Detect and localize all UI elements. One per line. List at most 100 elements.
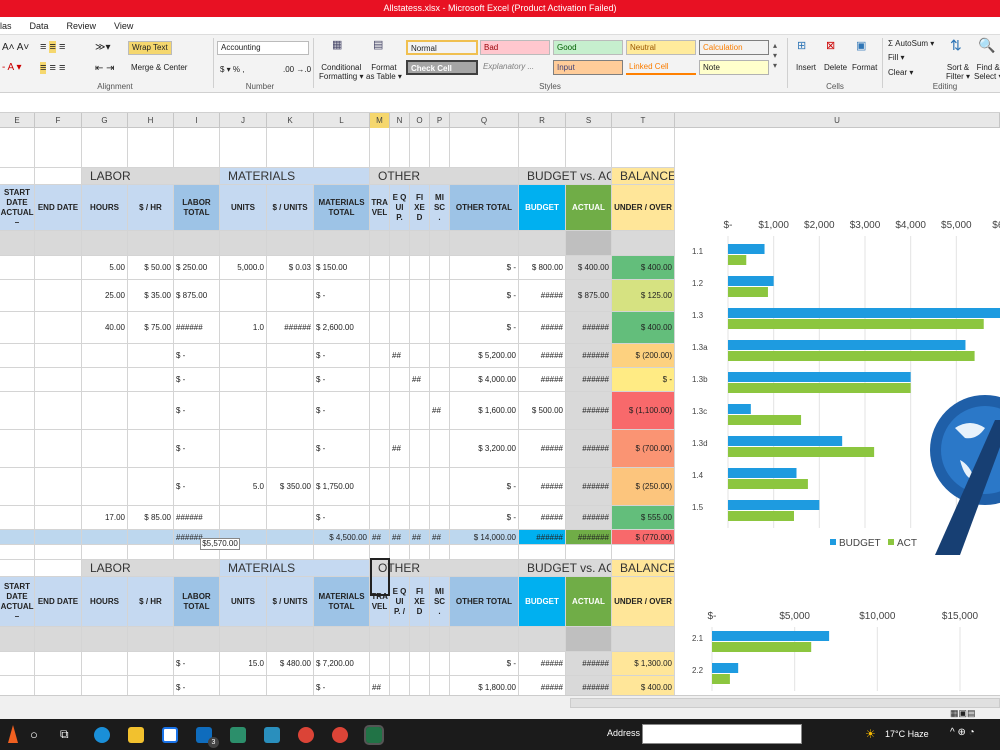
header-materials-total[interactable]: MATERIALS TOTAL	[314, 577, 370, 627]
cell[interactable]	[35, 168, 82, 185]
cell-units[interactable]	[220, 280, 267, 312]
cell-hours[interactable]: 5.00	[82, 256, 128, 280]
header-fixed[interactable]: FI XE D	[410, 185, 430, 231]
cell-hours[interactable]	[82, 430, 128, 468]
cell[interactable]	[35, 530, 82, 545]
header-budget[interactable]: BUDGET	[519, 185, 566, 231]
header-materials-total[interactable]: MATERIALS TOTAL	[314, 185, 370, 231]
cell[interactable]	[0, 468, 35, 506]
cell-per-unit[interactable]	[267, 280, 314, 312]
style-calculation[interactable]: Calculation	[699, 40, 769, 55]
cell-actual[interactable]: ######	[566, 430, 612, 468]
section-materials[interactable]: MATERIALS	[220, 168, 370, 185]
cell-units[interactable]: 15.0	[220, 652, 267, 676]
cell-units[interactable]	[220, 506, 267, 530]
group-row[interactable]	[0, 231, 675, 256]
decimal-buttons[interactable]: .00 →.0	[283, 65, 311, 74]
cell-other-total[interactable]: $ -	[450, 506, 519, 530]
cell[interactable]	[0, 430, 35, 468]
cell-actual[interactable]: ######	[566, 676, 612, 695]
table-row[interactable]: 40.00 $ 75.00 ###### 1.0 ###### $ 2,600.00 $ -…	[0, 312, 675, 344]
search-icon[interactable]: ○	[30, 727, 38, 742]
cell-hours[interactable]: 17.00	[82, 506, 128, 530]
cell-travel[interactable]	[370, 280, 390, 312]
cell[interactable]	[35, 280, 82, 312]
cell-equip[interactable]	[390, 312, 410, 344]
col-P[interactable]: P	[430, 113, 450, 128]
header-misc[interactable]: MI SC .	[430, 185, 450, 231]
cell[interactable]	[430, 231, 450, 256]
cell-materials-total[interactable]: $ -	[314, 506, 370, 530]
cell-balance[interactable]: $ 400.00	[612, 676, 675, 695]
cell[interactable]	[0, 128, 35, 168]
header-budget[interactable]: BUDGET	[519, 577, 566, 627]
chrome-icon-2[interactable]	[332, 727, 348, 743]
cell-rate[interactable]	[128, 368, 174, 392]
cell-misc[interactable]	[430, 506, 450, 530]
delete-cells-icon[interactable]: ⊠	[826, 39, 835, 52]
cell[interactable]	[35, 392, 82, 430]
cell-other-total[interactable]: $ -	[450, 280, 519, 312]
cell[interactable]	[0, 652, 35, 676]
section-row[interactable]: LABORMATERIALSOTHERBUDGET vs. ACTBALANCE	[0, 168, 675, 185]
style-good[interactable]: Good	[553, 40, 623, 55]
col-O[interactable]: O	[410, 113, 430, 128]
format-as-table-button[interactable]: Format as Table ▾	[366, 63, 402, 81]
cell-travel[interactable]: ##	[370, 676, 390, 695]
cell-budget[interactable]: #####	[519, 430, 566, 468]
cell-rate[interactable]	[128, 468, 174, 506]
cell-units[interactable]: 5.0	[220, 468, 267, 506]
cell-equip[interactable]: ##	[390, 430, 410, 468]
table-row[interactable]: $ - $ - ## $ 5,200.00 ##### ###### $ (200.00)	[0, 344, 675, 368]
cell[interactable]	[35, 430, 82, 468]
col-H[interactable]: H	[128, 113, 174, 128]
cell-labor-total[interactable]: $ -	[174, 430, 220, 468]
cell[interactable]	[612, 231, 675, 256]
cell-per-unit[interactable]: $ 480.00	[267, 652, 314, 676]
cell-balance[interactable]: $ (250.00)	[612, 468, 675, 506]
cell-hours[interactable]	[82, 468, 128, 506]
cell-equip[interactable]	[390, 256, 410, 280]
cell[interactable]	[267, 231, 314, 256]
cell-travel[interactable]	[370, 312, 390, 344]
header-hours[interactable]: HOURS	[82, 185, 128, 231]
cell-units[interactable]	[220, 392, 267, 430]
header-travel[interactable]: TRA VEL	[370, 185, 390, 231]
header-actual[interactable]: ACTUAL	[566, 185, 612, 231]
cell-per-unit[interactable]: ######	[267, 312, 314, 344]
style-neutral[interactable]: Neutral	[626, 40, 696, 55]
styles-scroll-icon[interactable]: ▴ ▾ ▾	[773, 41, 777, 71]
total-actual[interactable]: #######	[566, 530, 612, 545]
style-explanatory[interactable]: Explanatory ...	[480, 60, 550, 75]
cell-units[interactable]: 5,000.0	[220, 256, 267, 280]
cell[interactable]	[370, 231, 390, 256]
cell[interactable]	[566, 545, 612, 560]
cell-actual[interactable]: ######	[566, 344, 612, 368]
header-labor-total[interactable]: LABOR TOTAL	[174, 577, 220, 627]
total-balance[interactable]: $ (770.00)	[612, 530, 675, 545]
cell[interactable]	[410, 231, 430, 256]
header-row[interactable]: START DATE ACTUAL – END DATE HOURS $ / HR LA…	[0, 577, 675, 627]
cell-actual[interactable]: $ 400.00	[566, 256, 612, 280]
section-budget[interactable]: BUDGET vs. ACT	[519, 168, 612, 185]
cell-labor-total[interactable]: $ -	[174, 652, 220, 676]
cell[interactable]	[0, 231, 35, 256]
section-labor[interactable]: LABOR	[82, 168, 220, 185]
cell[interactable]	[566, 128, 612, 168]
cell[interactable]	[0, 545, 35, 560]
cell[interactable]	[390, 676, 410, 695]
header-end[interactable]: END DATE	[35, 185, 82, 231]
total-travel[interactable]: ##	[370, 530, 390, 545]
cell[interactable]	[519, 627, 566, 652]
header-start[interactable]: START DATE ACTUAL –	[0, 577, 35, 627]
spreadsheet-grid[interactable]: LABORMATERIALSOTHERBUDGET vs. ACTBALANCE…	[0, 128, 675, 695]
cell[interactable]	[128, 231, 174, 256]
cell[interactable]	[430, 676, 450, 695]
col-I[interactable]: I	[174, 113, 220, 128]
calendar-icon[interactable]	[162, 727, 178, 743]
merge-center-button[interactable]: Merge & Center	[128, 62, 190, 76]
col-M[interactable]: M	[370, 113, 390, 128]
delete-button[interactable]: Delete	[824, 63, 847, 72]
cell-equip[interactable]	[390, 392, 410, 430]
cell-other-total[interactable]: $ -	[450, 652, 519, 676]
